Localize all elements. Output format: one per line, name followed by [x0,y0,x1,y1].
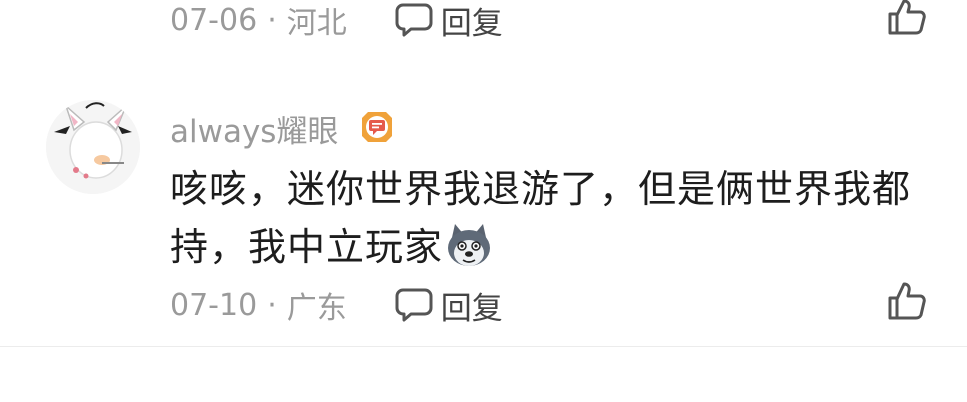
prev-reply-label: 回复 [440,5,503,42]
like-button[interactable] [887,281,927,325]
comment-date: 07-10 [170,287,258,323]
comment-meta: 07-10 · 广东 回复 [170,283,503,327]
chat-badge-icon [360,110,394,148]
meta-separator: · [267,287,277,323]
thumbs-up-icon [888,282,926,320]
comment-location: 广东 [286,291,347,326]
username[interactable]: always耀眼 [170,106,338,151]
prev-comment-date: 07-06 [170,2,258,38]
cat-avatar-image [46,100,140,194]
comment-header: always耀眼 [170,106,394,151]
comment-body: 咳咳，迷你世界我退游了，但是俩世界我都持，我中立玩家 [170,167,912,269]
husky-dog-emoji-icon [445,222,493,284]
meta-separator: · [267,2,277,38]
thumbs-up-icon [888,0,926,35]
comment-bubble-icon [395,288,433,322]
reply-button[interactable]: 回复 [395,283,503,328]
user-avatar[interactable] [46,100,140,194]
comment-divider [0,346,967,347]
comment-text: 咳咳，迷你世界我退游了，但是俩世界我都持，我中立玩家 [170,160,967,284]
prev-comment-meta: 07-06 · 河北 回复 [170,0,503,43]
prev-comment-location: 河北 [286,6,347,41]
comment-bubble-icon [395,3,433,37]
prev-reply-button[interactable]: 回复 [395,0,503,43]
prev-like-button[interactable] [887,0,927,40]
reply-label: 回复 [440,290,503,327]
